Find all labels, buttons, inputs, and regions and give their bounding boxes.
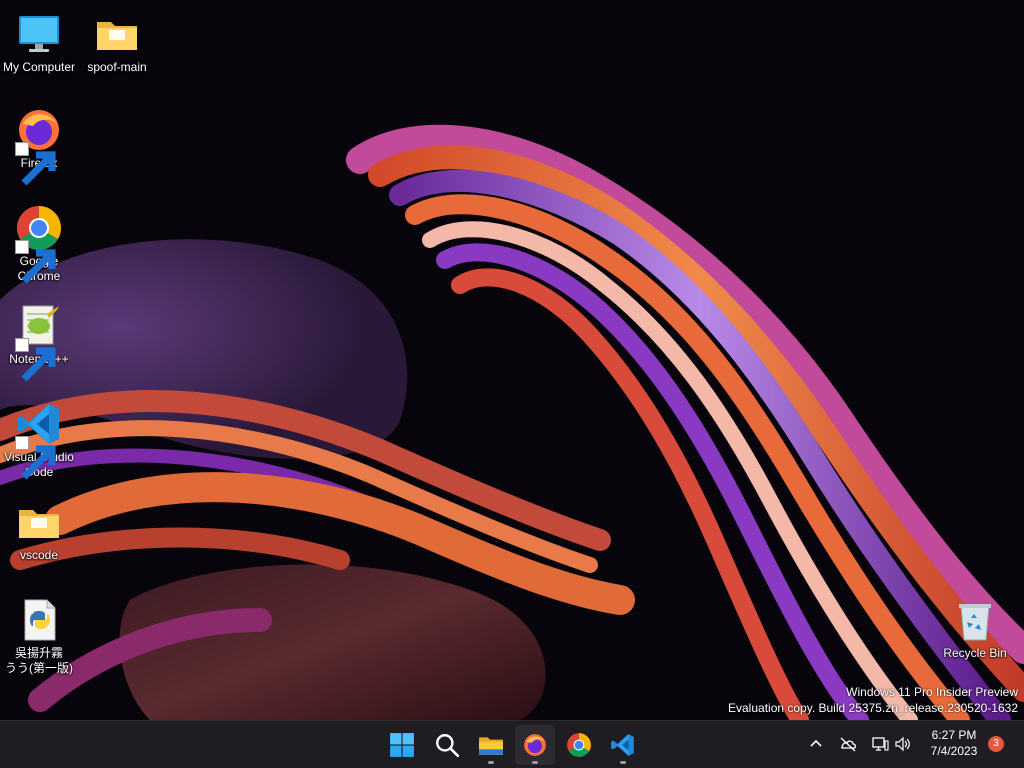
vscode-icon	[611, 734, 634, 756]
vscode-taskbar-button[interactable]	[603, 725, 643, 765]
shortcut-arrow-icon	[15, 436, 56, 480]
start-icon	[390, 733, 414, 757]
clock-button[interactable]: 6:27 PM 7/4/2023	[918, 727, 990, 759]
firefox-icon	[524, 734, 546, 756]
desktop-icon-spoof-main[interactable]: spoof-main	[78, 6, 156, 75]
network-button[interactable]	[869, 733, 891, 755]
taskbar: 6:27 PM 7/4/2023 3	[0, 720, 1024, 768]
desktop-icon-firefox[interactable]: Firefox	[0, 102, 78, 186]
chrome-icon	[567, 733, 591, 757]
python-file-icon	[24, 599, 56, 641]
folder-icon	[19, 510, 59, 538]
watermark-build: Evaluation copy. Build 25375.zn_release.…	[728, 701, 1018, 715]
folder-icon	[97, 22, 137, 50]
chrome-taskbar-button[interactable]	[559, 725, 599, 765]
desktop-icon-label: Recycle Bin	[943, 646, 1007, 660]
recycle-bin-icon	[959, 604, 991, 641]
onedrive-status-button[interactable]	[837, 733, 859, 755]
desktop-wallpaper	[0, 0, 1024, 720]
desktop-icon-notepadpp[interactable]: Notepad++	[0, 298, 78, 382]
running-indicator	[532, 761, 538, 764]
desktop-icon-label: 吳揚升霧 うう(第一版)	[5, 646, 73, 675]
computer-icon	[19, 16, 59, 52]
desktop-icon-visual-studio-code[interactable]: Visual Studio Code	[0, 396, 78, 480]
search-button[interactable]	[427, 725, 467, 765]
evaluation-watermark: Windows 11 Pro Insider Preview Evaluatio…	[728, 684, 1018, 716]
running-indicator	[620, 761, 626, 764]
desktop-icon-my-computer[interactable]: My Computer	[0, 6, 78, 75]
desktop-icon-label: spoof-main	[87, 60, 147, 74]
clock-date: 7/4/2023	[930, 744, 978, 758]
notification-badge[interactable]: 3	[988, 736, 1004, 752]
network-icon	[872, 737, 889, 751]
watermark-edition: Windows 11 Pro Insider Preview	[846, 685, 1018, 699]
desktop-icon-vscode-folder[interactable]: vscode	[0, 494, 78, 563]
file-explorer-icon	[479, 737, 503, 755]
volume-button[interactable]	[892, 733, 914, 755]
file-explorer-button[interactable]	[471, 725, 511, 765]
desktop-icon-recycle-bin[interactable]: Recycle Bin	[936, 592, 1014, 661]
desktop-icon-label: My Computer	[2, 60, 76, 74]
shortcut-arrow-icon	[15, 240, 56, 284]
shortcut-arrow-icon	[15, 142, 56, 186]
running-indicator	[488, 761, 494, 764]
search-icon	[436, 734, 460, 758]
firefox-taskbar-button[interactable]	[515, 725, 555, 765]
desktop-icon-label: vscode	[19, 548, 59, 562]
desktop-icon-google-chrome[interactable]: Google Chrome	[0, 200, 78, 284]
start-button[interactable]	[382, 725, 422, 765]
desktop-icon-python-file[interactable]: 吳揚升霧 うう(第一版)	[0, 592, 78, 676]
clock-time: 6:27 PM	[931, 728, 977, 742]
show-hidden-icons-button[interactable]	[805, 733, 827, 755]
volume-icon	[895, 736, 910, 752]
onedrive-offline-icon	[840, 737, 857, 752]
shortcut-arrow-icon	[15, 338, 56, 382]
chevron-up-icon	[810, 739, 822, 747]
